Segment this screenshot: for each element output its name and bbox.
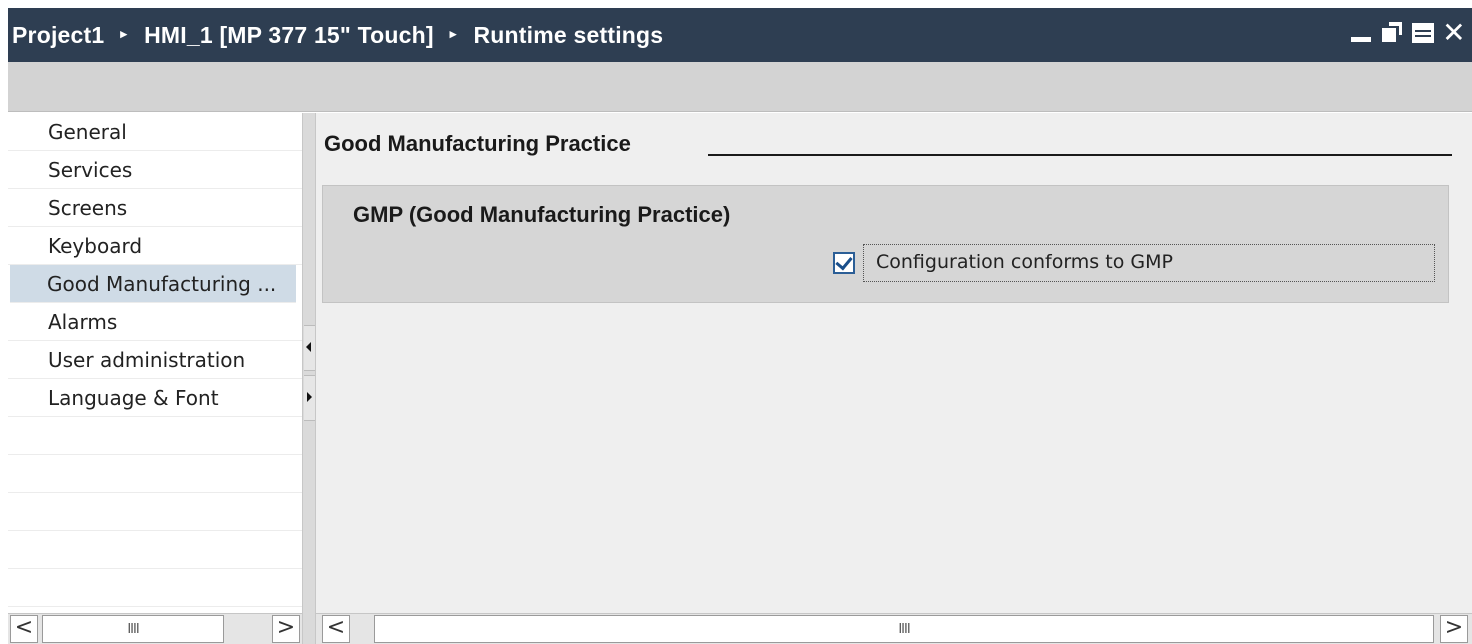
nav-item-language-font[interactable]: Language & Font — [8, 379, 302, 417]
nav-item-user-administration[interactable]: User administration — [8, 341, 302, 379]
main-horizontal-scrollbar[interactable]: < IIII > — [316, 613, 1472, 644]
section-title: Good Manufacturing Practice — [324, 131, 631, 156]
toolbar — [8, 62, 1472, 112]
scroll-thumb[interactable]: IIII — [374, 615, 1434, 643]
collapse-left-icon[interactable] — [304, 325, 315, 371]
breadcrumb-project[interactable]: Project1 — [12, 22, 104, 49]
scroll-right-icon[interactable]: > — [1440, 615, 1468, 643]
scroll-thumb[interactable]: IIII — [42, 615, 224, 643]
minimize-icon[interactable] — [1349, 21, 1373, 45]
nav-item-services[interactable]: Services — [8, 151, 302, 189]
nav-empty-row — [8, 569, 302, 607]
gmp-checkbox-row: Configuration conforms to GMP — [833, 244, 1435, 282]
scroll-right-icon[interactable]: > — [272, 615, 300, 643]
window-titlebar: Project1 ▸ HMI_1 [MP 377 15" Touch] ▸ Ru… — [8, 8, 1472, 62]
nav-empty-row — [8, 455, 302, 493]
section-divider — [708, 154, 1452, 156]
expand-right-icon[interactable] — [304, 375, 315, 421]
left-horizontal-scrollbar[interactable]: < IIII > — [8, 613, 302, 644]
nav-item-alarms[interactable]: Alarms — [8, 303, 302, 341]
nav-item-keyboard[interactable]: Keyboard — [8, 227, 302, 265]
group-title: GMP (Good Manufacturing Practice) — [353, 202, 731, 227]
gmp-group: GMP (Good Manufacturing Practice) Config… — [322, 185, 1449, 303]
breadcrumb-page: Runtime settings — [473, 21, 664, 48]
gmp-checkbox[interactable] — [833, 252, 855, 274]
float-window-icon[interactable] — [1380, 21, 1404, 45]
maximize-icon[interactable] — [1411, 21, 1435, 45]
breadcrumb-separator-icon: ▸ — [120, 26, 128, 41]
scroll-left-icon[interactable]: < — [322, 615, 350, 643]
settings-navigation: General Services Screens Keyboard Good M… — [8, 113, 302, 644]
nav-empty-row — [8, 531, 302, 569]
breadcrumb-separator-icon: ▸ — [449, 26, 457, 41]
nav-item-screens[interactable]: Screens — [8, 189, 302, 227]
nav-item-general[interactable]: General — [8, 113, 302, 151]
gmp-checkbox-label[interactable]: Configuration conforms to GMP — [863, 244, 1435, 282]
nav-item-good-manufacturing[interactable]: Good Manufacturing ... — [10, 265, 296, 303]
window-controls: ✕ — [1349, 19, 1466, 47]
scroll-left-icon[interactable]: < — [10, 615, 38, 643]
nav-empty-row — [8, 417, 302, 455]
settings-content: Good Manufacturing Practice GMP (Good Ma… — [316, 113, 1472, 613]
nav-empty-row — [8, 493, 302, 531]
breadcrumb-device[interactable]: HMI_1 [MP 377 15" Touch] — [144, 22, 434, 49]
close-icon[interactable]: ✕ — [1442, 19, 1466, 47]
pane-splitter[interactable] — [302, 113, 316, 644]
